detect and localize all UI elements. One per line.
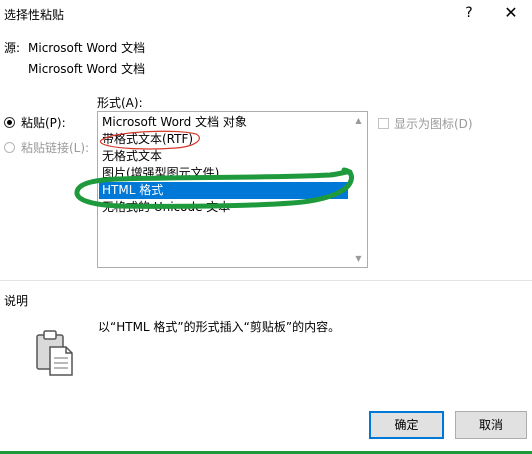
close-button[interactable]: ✕ xyxy=(496,2,526,24)
display-as-icon-label: 显示为图标(D) xyxy=(394,117,473,131)
format-list-scrollbar[interactable]: ▲ ▼ xyxy=(350,112,367,267)
explanation-text: 以“HTML 格式”的形式插入“剪贴板”的内容。 xyxy=(98,320,341,334)
format-item-rtf[interactable]: 带格式文本(RTF) xyxy=(99,131,348,148)
scroll-down-arrow-icon[interactable]: ▼ xyxy=(350,250,367,267)
format-item-plain-text[interactable]: 无格式文本 xyxy=(99,148,348,165)
paste-radio[interactable] xyxy=(4,116,15,128)
scroll-up-arrow-icon[interactable]: ▲ xyxy=(350,112,367,129)
paste-link-radio-option[interactable]: 粘贴链接(L): xyxy=(4,139,89,155)
source-value-2: Microsoft Word 文档 xyxy=(28,62,146,76)
paste-radio-option[interactable]: 粘贴(P): xyxy=(4,114,66,130)
format-label: 形式(A): xyxy=(97,96,143,110)
cancel-button[interactable]: 取消 xyxy=(455,411,527,439)
section-divider xyxy=(0,280,532,281)
display-as-icon-checkbox[interactable] xyxy=(378,118,389,129)
help-button[interactable]: ? xyxy=(457,2,481,24)
source-label: 源: xyxy=(4,41,21,55)
paste-radio-label: 粘贴(P): xyxy=(21,115,66,130)
explanation-title: 说明 xyxy=(4,294,29,308)
ok-button[interactable]: 确定 xyxy=(369,411,444,439)
dialog-title: 选择性粘贴 xyxy=(4,8,65,22)
clipboard-icon xyxy=(36,330,73,376)
format-item-picture[interactable]: 图片(增强型图元文件) xyxy=(99,165,348,182)
format-item-html[interactable]: HTML 格式 xyxy=(99,182,348,199)
format-listbox[interactable]: Microsoft Word 文档 对象 带格式文本(RTF) 无格式文本 图片… xyxy=(97,111,368,268)
source-value-1: Microsoft Word 文档 xyxy=(28,41,146,55)
format-item-unicode-text[interactable]: 无格式的 Unicode 文本 xyxy=(99,199,348,216)
title-bar: 选择性粘贴 ? ✕ xyxy=(0,0,532,28)
format-item-word-object[interactable]: Microsoft Word 文档 对象 xyxy=(99,114,348,131)
paste-link-radio[interactable] xyxy=(4,141,15,153)
paste-link-radio-label: 粘贴链接(L): xyxy=(21,140,90,155)
display-as-icon-option[interactable]: 显示为图标(D) xyxy=(378,115,473,132)
